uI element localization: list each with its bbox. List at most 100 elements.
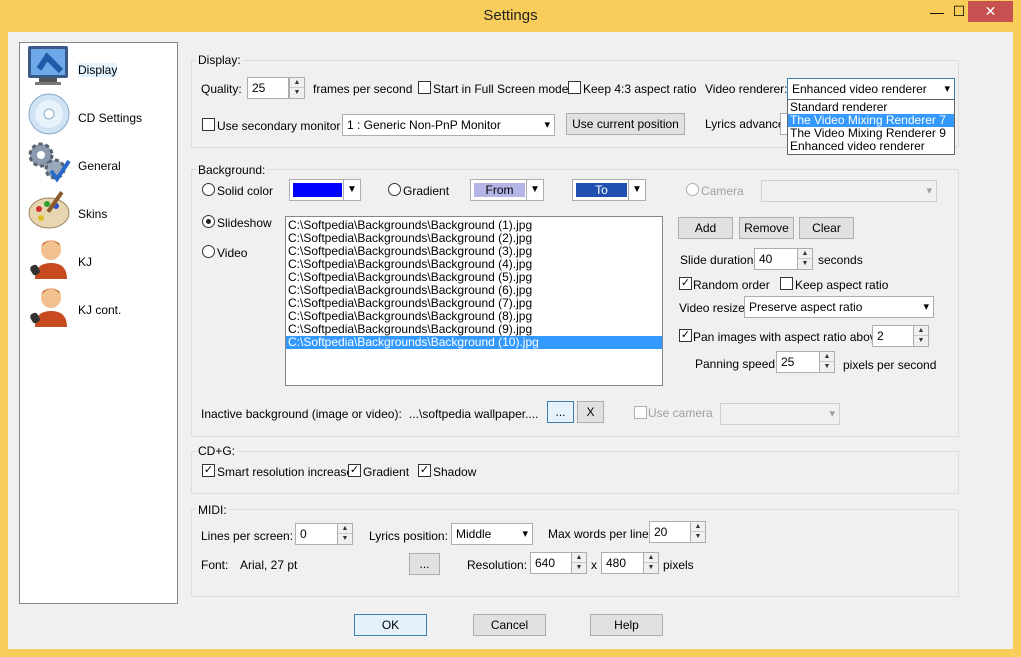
pan-ratio-input[interactable]: 2 [872, 325, 914, 347]
smart-resolution-label: Smart resolution increase [217, 465, 354, 479]
gradient-to-picker[interactable]: To ▼ [572, 179, 646, 201]
aspect-ratio-checkbox[interactable] [568, 81, 581, 94]
slide-duration-input[interactable]: 40 [754, 248, 798, 270]
camera-label: Camera [701, 184, 744, 198]
solid-color-radio[interactable] [202, 183, 215, 196]
minimize-button[interactable]: — [924, 1, 950, 22]
resolution-height-spinner[interactable]: ▲ ▼ [643, 552, 659, 574]
camera-select[interactable] [761, 180, 937, 202]
down-arrow-icon[interactable]: ▼ [290, 88, 304, 98]
cdg-gradient-checkbox[interactable]: ✓ [348, 464, 361, 477]
sidebar-item-label: CD Settings [78, 111, 143, 125]
gradient-radio[interactable] [388, 183, 401, 196]
video-resize-label: Video resize: [679, 301, 749, 315]
resolution-width-input[interactable]: 640 [530, 552, 572, 574]
sidebar-item-general[interactable]: General [23, 139, 173, 185]
close-button[interactable]: ✕ [968, 1, 1013, 22]
down-arrow-icon[interactable]: ▼ [338, 534, 352, 544]
renderer-dropdown-list[interactable]: Standard renderer The Video Mixing Rende… [787, 99, 955, 155]
down-arrow-icon[interactable]: ▼ [798, 259, 812, 269]
sidebar-item-cd-settings[interactable]: CD Settings [23, 91, 173, 137]
up-arrow-icon[interactable]: ▲ [820, 352, 834, 362]
secondary-monitor-checkbox[interactable] [202, 118, 215, 131]
down-arrow-icon[interactable]: ▼ [572, 563, 586, 573]
from-label: From [474, 183, 525, 197]
panning-speed-input[interactable]: 25 [776, 351, 820, 373]
solid-color-picker[interactable]: ▼ [289, 179, 361, 201]
font-label: Font: [201, 558, 229, 572]
pan-ratio-spinner[interactable]: ▲ ▼ [913, 325, 929, 347]
resolution-width-spinner[interactable]: ▲ ▼ [571, 552, 587, 574]
quality-input[interactable]: 25 [247, 77, 289, 99]
sidebar-item-skins[interactable]: Skins [23, 187, 173, 233]
camera-device-select[interactable] [720, 403, 840, 425]
shadow-checkbox[interactable]: ✓ [418, 464, 431, 477]
camera-radio[interactable] [686, 183, 699, 196]
use-position-button[interactable]: Use current position [566, 113, 685, 135]
random-order-label: Random order [693, 278, 770, 292]
up-arrow-icon[interactable]: ▲ [914, 326, 928, 336]
renderer-option[interactable]: Enhanced video renderer [788, 140, 954, 153]
window-title: Settings [483, 7, 538, 24]
up-arrow-icon[interactable]: ▲ [644, 553, 658, 563]
down-arrow-icon[interactable]: ▼ [914, 336, 928, 346]
display-group-label: Display: [196, 53, 243, 67]
use-camera-checkbox[interactable] [634, 406, 647, 419]
maximize-button[interactable]: ☐ [950, 1, 968, 22]
solid-color-swatch [293, 183, 342, 197]
down-arrow-icon[interactable]: ▼ [820, 362, 834, 372]
gradient-from-picker[interactable]: From ▼ [470, 179, 544, 201]
keep-aspect-checkbox[interactable] [780, 277, 793, 290]
pan-images-checkbox[interactable]: ✓ [679, 329, 692, 342]
sidebar-item-label: KJ [78, 255, 93, 269]
sidebar-item-kj[interactable]: KJ [23, 235, 173, 281]
browse-inactive-button[interactable]: ... [547, 401, 574, 423]
lyrics-advance-label: Lyrics advance: [705, 117, 788, 131]
add-button[interactable]: Add [678, 217, 733, 239]
monitor-select[interactable]: 1 : Generic Non-PnP Monitor [342, 114, 555, 136]
slideshow-file-list[interactable]: C:\Softpedia\Backgrounds\Background (1).… [285, 216, 663, 386]
chevron-down-icon[interactable]: ▼ [526, 180, 543, 200]
clear-button[interactable]: Clear [799, 217, 854, 239]
down-arrow-icon[interactable]: ▼ [644, 563, 658, 573]
sidebar-item-kj-cont[interactable]: KJ cont. [23, 283, 173, 329]
max-words-input[interactable]: 20 [649, 521, 691, 543]
ok-button[interactable]: OK [354, 614, 427, 636]
renderer-select[interactable]: Enhanced video renderer [787, 78, 955, 100]
chevron-down-icon[interactable]: ▼ [343, 180, 360, 200]
lines-per-screen-input[interactable]: 0 [295, 523, 338, 545]
slideshow-radio[interactable] [202, 215, 215, 228]
singer-icon [30, 288, 67, 327]
font-browse-button[interactable]: ... [409, 553, 440, 575]
clear-inactive-button[interactable]: X [577, 401, 604, 423]
lines-per-screen-spinner[interactable]: ▲ ▼ [337, 523, 353, 545]
down-arrow-icon[interactable]: ▼ [691, 532, 705, 542]
up-arrow-icon[interactable]: ▲ [338, 524, 352, 534]
sidebar-item-display[interactable]: Display [23, 43, 173, 89]
max-words-spinner[interactable]: ▲ ▼ [690, 521, 706, 543]
sidebar: Display CD Settings General Skins KJ KJ … [19, 42, 178, 604]
video-radio[interactable] [202, 245, 215, 258]
up-arrow-icon[interactable]: ▲ [572, 553, 586, 563]
help-button[interactable]: Help [590, 614, 663, 636]
up-arrow-icon[interactable]: ▲ [798, 249, 812, 259]
remove-button[interactable]: Remove [739, 217, 794, 239]
quality-spinner[interactable]: ▲ ▼ [289, 77, 305, 99]
video-resize-select[interactable]: Preserve aspect ratio [744, 296, 934, 318]
up-arrow-icon[interactable]: ▲ [290, 78, 304, 88]
monitor-icon [28, 46, 68, 85]
lyrics-position-select[interactable]: Middle [451, 523, 533, 545]
panning-speed-spinner[interactable]: ▲ ▼ [819, 351, 835, 373]
cancel-button[interactable]: Cancel [473, 614, 546, 636]
resolution-height-input[interactable]: 480 [601, 552, 644, 574]
up-arrow-icon[interactable]: ▲ [691, 522, 705, 532]
keep-aspect-label: Keep aspect ratio [795, 278, 889, 292]
palette-icon [28, 191, 70, 229]
random-order-checkbox[interactable]: ✓ [679, 277, 692, 290]
chevron-down-icon[interactable]: ▼ [628, 180, 645, 200]
slide-duration-spinner[interactable]: ▲ ▼ [797, 248, 813, 270]
smart-resolution-checkbox[interactable]: ✓ [202, 464, 215, 477]
shadow-label: Shadow [433, 465, 477, 479]
list-item-selected[interactable]: C:\Softpedia\Backgrounds\Background (10)… [286, 336, 662, 349]
fullscreen-checkbox[interactable] [418, 81, 431, 94]
